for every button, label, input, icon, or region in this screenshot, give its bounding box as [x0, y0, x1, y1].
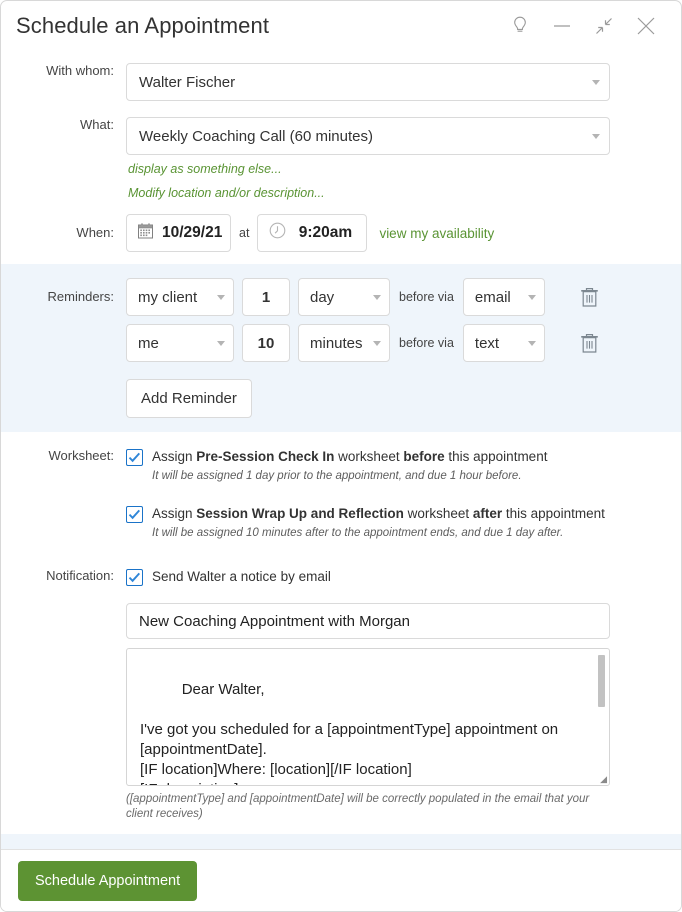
row-what: What: Weekly Coaching Call (60 minutes) … — [1, 117, 681, 201]
dialog-footer: Schedule Appointment — [1, 849, 681, 911]
row-with-whom: With whom: Walter Fischer — [1, 63, 681, 101]
display-as-link[interactable]: display as something else... — [128, 162, 681, 177]
worksheet-after-label: Assign Session Wrap Up and Reflection wo… — [152, 505, 605, 522]
chevron-down-icon — [217, 295, 225, 300]
reminder-unit-value: minutes — [310, 334, 363, 352]
chevron-down-icon — [373, 295, 381, 300]
worksheet-after-checkbox[interactable] — [126, 506, 143, 523]
chevron-down-icon — [217, 341, 225, 346]
reminder-unit-select[interactable]: day — [298, 278, 390, 316]
reminder-who-select[interactable]: my client — [126, 278, 234, 316]
ws-name: Session Wrap Up and Reflection — [196, 506, 404, 521]
delete-reminder-icon[interactable] — [577, 282, 603, 312]
worksheet-before-note: It will be assigned 1 day prior to the a… — [152, 470, 522, 482]
reminder-unit-select[interactable]: minutes — [298, 324, 390, 362]
form-body: With whom: Walter Fischer What: Weekly C… — [1, 50, 681, 849]
send-notice-label: Send Walter a notice by email — [152, 569, 331, 584]
title-bar: Schedule an Appointment — [1, 1, 681, 50]
ws-prefix: Assign — [152, 506, 197, 521]
send-notice-checkbox[interactable] — [126, 569, 143, 586]
modify-location-link[interactable]: Modify location and/or description... — [128, 186, 681, 201]
ws-suffix: this appointment — [444, 449, 548, 464]
lightbulb-icon[interactable] — [499, 9, 541, 43]
with-whom-value: Walter Fischer — [139, 73, 236, 91]
before-via-label: before via — [399, 290, 454, 304]
worksheet-after-note: It will be assigned 10 minutes after to … — [152, 527, 564, 539]
reminder-channel-value: text — [474, 334, 500, 352]
row-worksheet: Worksheet: Assign Pre-Session Check In w… — [1, 448, 681, 541]
reminders-panel: Reminders: my client 1 day before via em… — [1, 264, 681, 432]
worksheet-before-checkbox[interactable] — [126, 449, 143, 466]
ws-when: before — [403, 449, 445, 464]
ws-name: Pre-Session Check In — [196, 449, 335, 464]
clock-icon — [269, 222, 286, 244]
what-links: display as something else... Modify loca… — [126, 162, 681, 201]
worksheet-item-before: Assign Pre-Session Check In worksheet be… — [126, 448, 681, 484]
label-notification: Notification: — [46, 568, 114, 583]
what-value: Weekly Coaching Call (60 minutes) — [139, 127, 373, 145]
time-input[interactable]: 9:20am — [257, 214, 368, 252]
notification-subject-input[interactable]: New Coaching Appointment with Morgan — [126, 603, 610, 639]
reminder-row: Reminders: my client 1 day before via em… — [1, 278, 681, 316]
ws-middle: worksheet — [403, 506, 473, 521]
label-with-whom: With whom: — [46, 63, 114, 78]
delete-reminder-icon[interactable] — [577, 328, 603, 358]
minimize-icon[interactable] — [541, 9, 583, 43]
reminder-who-value: my client — [138, 288, 198, 306]
date-value: 10/29/21 — [162, 224, 223, 241]
calendar-icon — [138, 223, 153, 244]
notification-subject-value: New Coaching Appointment with Morgan — [139, 612, 410, 630]
time-value: 9:20am — [298, 224, 353, 241]
reminder-amount-value: 10 — [257, 334, 275, 352]
reminder-amount-input[interactable]: 10 — [242, 324, 290, 362]
notification-fineprint: ([appointmentType] and [appointmentDate]… — [126, 793, 590, 820]
chevron-down-icon — [527, 341, 536, 346]
reminder-who-select[interactable]: me — [126, 324, 234, 362]
reminder-row: me 10 minutes before via text — [1, 324, 681, 362]
row-when: When: 10/29/21 at 9:20am view my availab… — [1, 214, 681, 252]
notification-body-value: Dear Walter, I've got you scheduled for … — [140, 681, 559, 785]
reminder-unit-value: day — [310, 288, 335, 306]
chevron-down-icon — [527, 295, 536, 300]
label-when: When: — [76, 225, 114, 240]
label-worksheet: Worksheet: — [48, 448, 114, 463]
with-whom-select[interactable]: Walter Fischer — [126, 63, 610, 101]
reminder-channel-select[interactable]: text — [462, 324, 545, 362]
chevron-down-icon — [592, 80, 600, 85]
reminder-who-value: me — [138, 334, 159, 352]
reminder-channel-select[interactable]: email — [462, 278, 545, 316]
series-panel: Series: Make a series of appointments ju… — [1, 834, 681, 849]
worksheet-item-after: Assign Session Wrap Up and Reflection wo… — [126, 505, 681, 541]
close-icon[interactable] — [625, 9, 667, 43]
ws-prefix: Assign — [152, 449, 197, 464]
schedule-appointment-dialog: Schedule an Appointment With whom: Walte… — [0, 0, 682, 912]
worksheet-before-label: Assign Pre-Session Check In worksheet be… — [152, 448, 547, 465]
reminder-channel-value: email — [474, 288, 511, 306]
chevron-down-icon — [373, 341, 381, 346]
ws-middle: worksheet — [334, 449, 404, 464]
view-availability-link[interactable]: view my availability — [379, 226, 494, 241]
label-what: What: — [80, 117, 114, 132]
resize-handle-icon[interactable]: ◢ — [600, 775, 607, 784]
date-input[interactable]: 10/29/21 — [126, 214, 231, 252]
notification-body-textarea[interactable]: Dear Walter, I've got you scheduled for … — [126, 648, 610, 786]
add-reminder-row: Add Reminder — [1, 370, 681, 418]
ws-suffix: this appointment — [502, 506, 605, 521]
label-reminders: Reminders: — [47, 289, 114, 304]
add-reminder-button[interactable]: Add Reminder — [126, 379, 252, 418]
collapse-icon[interactable] — [583, 9, 625, 43]
row-notification: Notification: Send Walter a notice by em… — [1, 568, 681, 822]
schedule-appointment-button[interactable]: Schedule Appointment — [18, 860, 198, 901]
at-label: at — [239, 226, 250, 240]
reminder-amount-input[interactable]: 1 — [242, 278, 290, 316]
before-via-label: before via — [399, 336, 454, 350]
window-controls — [499, 9, 667, 43]
page-title: Schedule an Appointment — [16, 12, 270, 38]
reminder-amount-value: 1 — [261, 288, 271, 306]
ws-when: after — [472, 506, 503, 521]
what-select[interactable]: Weekly Coaching Call (60 minutes) — [126, 117, 610, 155]
textarea-scrollbar[interactable] — [598, 655, 605, 707]
chevron-down-icon — [592, 134, 600, 139]
